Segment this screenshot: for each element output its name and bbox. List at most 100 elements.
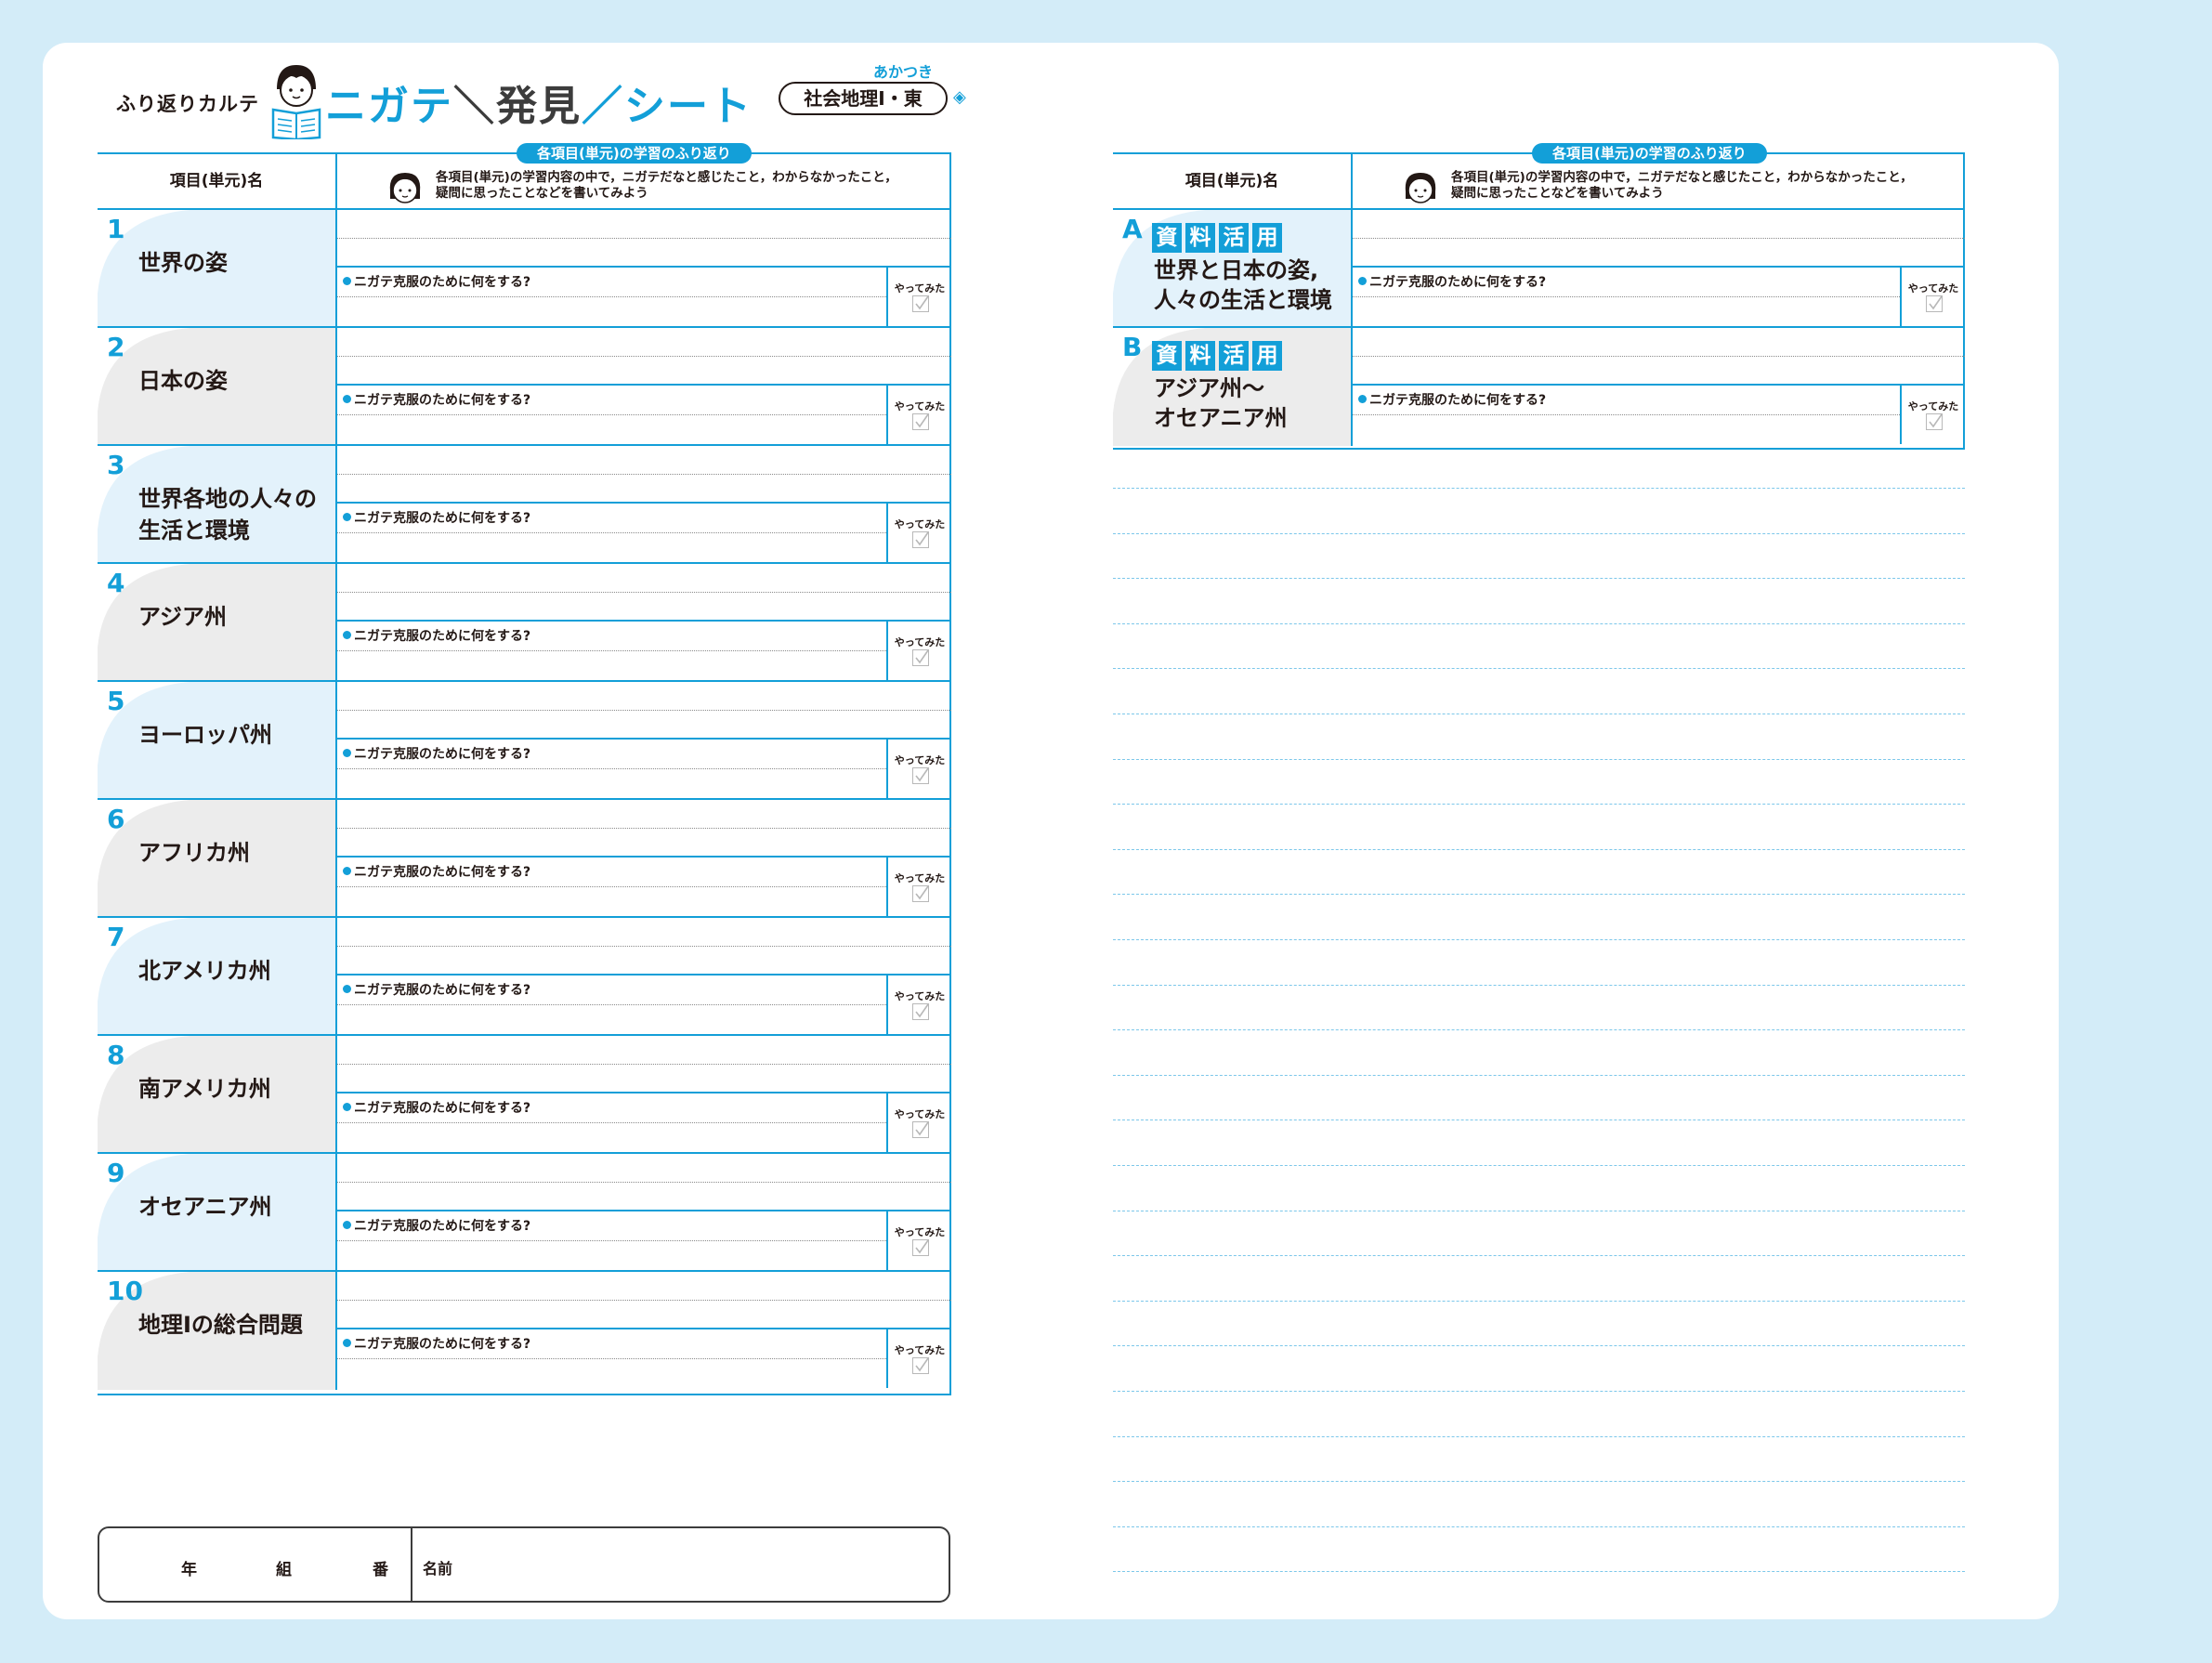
memo-line[interactable] bbox=[1113, 1481, 1965, 1483]
unit-cell: 3 世界各地の人々の 生活と環境 bbox=[98, 446, 337, 562]
memo-line[interactable] bbox=[1113, 848, 1965, 850]
writing-line[interactable] bbox=[337, 592, 951, 593]
memo-line[interactable] bbox=[1113, 1571, 1965, 1573]
bullet-icon bbox=[343, 277, 351, 285]
improvement-prompt: ニガテ克服のために何をする? bbox=[1358, 272, 1546, 291]
writing-line[interactable] bbox=[337, 238, 951, 239]
page-title: ニガテ＼発見／シート bbox=[325, 83, 753, 130]
memo-line[interactable] bbox=[1113, 1029, 1965, 1031]
left-row-3: 3 世界各地の人々の 生活と環境 ニガテ克服のために何をする? やってみた bbox=[98, 446, 951, 564]
writing-line[interactable] bbox=[337, 1064, 951, 1065]
tried-it-checkbox[interactable] bbox=[912, 885, 929, 902]
tried-it-checkbox[interactable] bbox=[912, 1003, 929, 1020]
tried-it-checkbox[interactable] bbox=[912, 1357, 929, 1374]
tried-it-cell: やってみた bbox=[886, 738, 951, 798]
row-separator bbox=[337, 1092, 951, 1093]
writing-line[interactable] bbox=[337, 1004, 886, 1005]
writing-line[interactable] bbox=[337, 1182, 951, 1183]
improvement-prompt-text: ニガテ克服のために何をする? bbox=[1369, 275, 1547, 290]
bullet-icon bbox=[1358, 277, 1367, 285]
writing-line[interactable] bbox=[337, 414, 886, 415]
memo-line[interactable] bbox=[1113, 984, 1965, 986]
unit-number: 2 bbox=[107, 332, 125, 362]
writing-line[interactable] bbox=[337, 828, 951, 829]
unit-cell: 5 ヨーロッパ州 bbox=[98, 682, 337, 798]
student-face-icon bbox=[1402, 171, 1439, 206]
writing-line[interactable] bbox=[337, 886, 886, 887]
memo-line[interactable] bbox=[1113, 804, 1965, 805]
bullet-icon bbox=[343, 749, 351, 757]
memo-line[interactable] bbox=[1113, 532, 1965, 534]
tried-it-checkbox[interactable] bbox=[912, 767, 929, 784]
memo-line[interactable] bbox=[1113, 1255, 1965, 1257]
tried-it-checkbox[interactable] bbox=[912, 531, 929, 548]
writing-line[interactable] bbox=[1353, 414, 1900, 415]
tried-it-checkbox[interactable] bbox=[912, 295, 929, 312]
memo-line[interactable] bbox=[1113, 668, 1965, 670]
reflection-banner: 各項目(単元)の学習のふり返り bbox=[1532, 143, 1767, 164]
writing-line[interactable] bbox=[337, 768, 886, 769]
unit-name-line2: 生活と環境 bbox=[138, 517, 250, 543]
row-separator bbox=[337, 1210, 951, 1211]
student-info-box[interactable]: 年 組 番 名前 bbox=[98, 1526, 950, 1603]
writing-line[interactable] bbox=[1353, 356, 1965, 357]
tried-it-checkbox[interactable] bbox=[1926, 295, 1943, 312]
unit-number: 5 bbox=[107, 686, 125, 716]
improvement-prompt-text: ニガテ克服のために何をする? bbox=[354, 1101, 531, 1116]
memo-line[interactable] bbox=[1113, 622, 1965, 624]
improvement-prompt: ニガテ克服のために何をする? bbox=[343, 980, 530, 999]
tried-it-checkbox[interactable] bbox=[912, 1121, 929, 1138]
reading-boy-icon bbox=[271, 65, 321, 139]
row-separator bbox=[337, 1328, 951, 1329]
writing-line[interactable] bbox=[337, 1300, 951, 1301]
memo-line[interactable] bbox=[1113, 939, 1965, 940]
row-separator bbox=[1353, 384, 1965, 386]
memo-line[interactable] bbox=[1113, 1165, 1965, 1166]
unit-name: アジア州～ bbox=[1154, 375, 1265, 401]
writing-line[interactable] bbox=[1353, 238, 1965, 239]
tried-it-checkbox[interactable] bbox=[912, 649, 929, 666]
writing-line[interactable] bbox=[337, 1358, 886, 1359]
memo-line[interactable] bbox=[1113, 1391, 1965, 1392]
instruction-text: 各項目(単元)の学習内容の中で，ニガテだなと感じたこと，わからなかったこと， 疑問… bbox=[1451, 170, 1913, 202]
bullet-icon bbox=[343, 513, 351, 521]
writing-line[interactable] bbox=[337, 946, 951, 947]
memo-line[interactable] bbox=[1113, 1345, 1965, 1347]
tried-it-cell: やってみた bbox=[886, 1210, 951, 1270]
unit-number: B bbox=[1122, 332, 1143, 362]
tried-it-checkbox[interactable] bbox=[912, 1239, 929, 1256]
unit-name: 地理Iの総合問題 bbox=[138, 1312, 303, 1338]
writing-line[interactable] bbox=[337, 474, 951, 475]
left-reflection-table: 項目(単元)名 各項目(単元)の学習のふり返り 各項目(単元)の学習内容の中で，ニガ… bbox=[98, 143, 951, 1395]
unit-number: 10 bbox=[107, 1276, 143, 1306]
improvement-prompt-text: ニガテ克服のために何をする? bbox=[354, 629, 531, 644]
improvement-prompt: ニガテ克服のために何をする? bbox=[343, 862, 530, 881]
row-separator bbox=[337, 384, 951, 386]
memo-line[interactable] bbox=[1113, 1300, 1965, 1302]
improvement-prompt: ニガテ克服のために何をする? bbox=[1358, 390, 1546, 409]
writing-line[interactable] bbox=[337, 650, 886, 651]
tried-it-checkbox[interactable] bbox=[1926, 413, 1943, 430]
unit-name: 世界各地の人々の bbox=[138, 486, 317, 512]
checkmark-icon bbox=[915, 885, 929, 900]
memo-line[interactable] bbox=[1113, 894, 1965, 896]
memo-line[interactable] bbox=[1113, 1526, 1965, 1527]
memo-line[interactable] bbox=[1113, 488, 1965, 489]
writing-line[interactable] bbox=[337, 1240, 886, 1241]
writing-line[interactable] bbox=[337, 532, 886, 533]
data-use-tag: 活 bbox=[1219, 223, 1249, 253]
improvement-prompt: ニガテ克服のために何をする? bbox=[343, 1334, 530, 1353]
tried-it-checkbox[interactable] bbox=[912, 413, 929, 430]
tried-it-cell: やってみた bbox=[886, 1328, 951, 1388]
memo-line[interactable] bbox=[1113, 758, 1965, 760]
unit-cell: 6 アフリカ州 bbox=[98, 800, 337, 916]
writing-line[interactable] bbox=[337, 1122, 886, 1123]
memo-line[interactable] bbox=[1113, 578, 1965, 580]
writing-line[interactable] bbox=[1353, 296, 1900, 297]
writing-line[interactable] bbox=[337, 296, 886, 297]
memo-line[interactable] bbox=[1113, 1435, 1965, 1437]
memo-line[interactable] bbox=[1113, 1074, 1965, 1076]
writing-line[interactable] bbox=[337, 356, 951, 357]
row-separator bbox=[337, 974, 951, 976]
writing-line[interactable] bbox=[337, 710, 951, 711]
